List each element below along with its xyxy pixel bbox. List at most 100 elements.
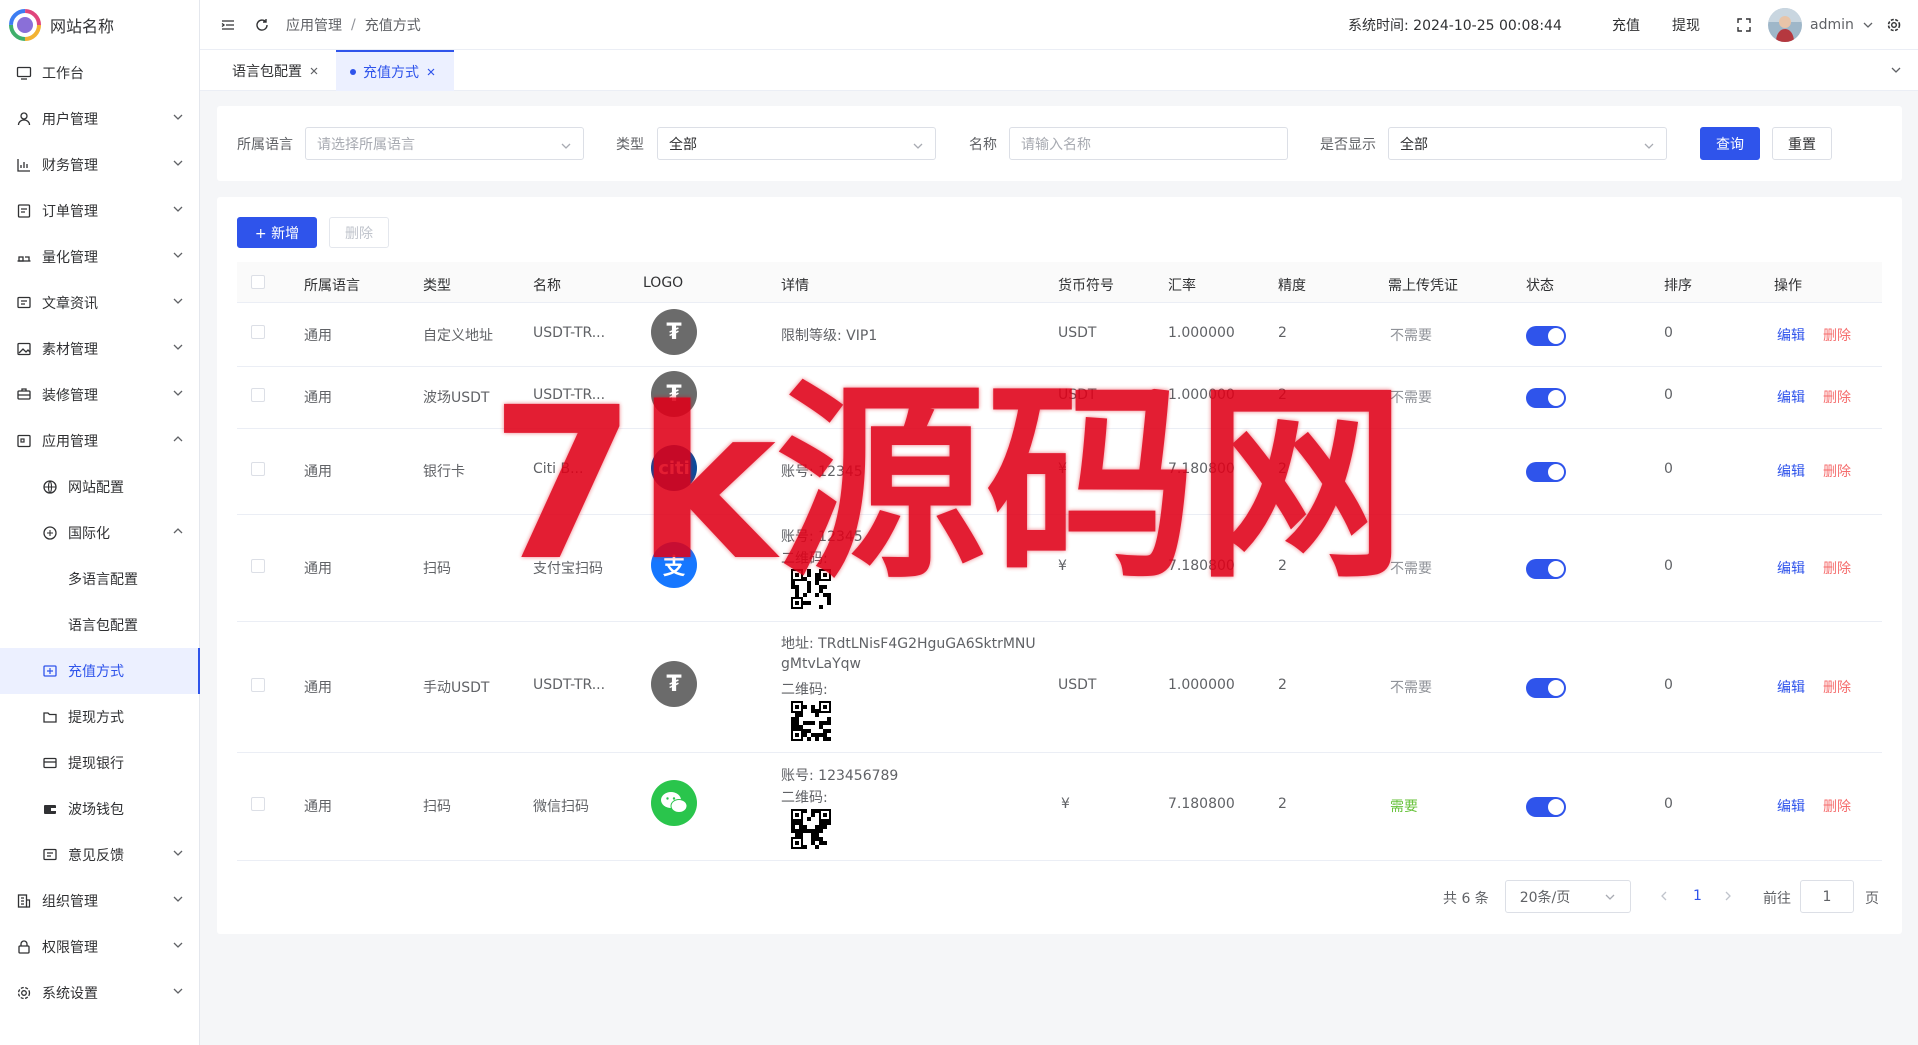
app-icon [16, 433, 32, 449]
chevron-down-icon [912, 140, 924, 152]
close-icon[interactable] [426, 67, 436, 77]
tab-recharge-method[interactable]: 充值方式 [336, 50, 454, 91]
page-size-select[interactable]: 20条/页 [1505, 880, 1631, 913]
sidebar-item-permissions[interactable]: 权限管理 [0, 924, 200, 970]
edit-button[interactable]: 编辑 [1777, 461, 1805, 481]
sidebar-item-settings[interactable]: 系统设置 [0, 970, 200, 1016]
status-switch[interactable] [1526, 559, 1566, 579]
fullscreen-button[interactable] [1736, 0, 1752, 50]
tab-language-pack[interactable]: 语言包配置 [232, 50, 319, 91]
alipay-icon: 支 [651, 542, 697, 588]
cell-voucher: 不需要 [1390, 680, 1432, 696]
sidebar-item-intl[interactable]: 国际化 [0, 510, 200, 556]
cell-precision: 2 [1278, 796, 1287, 812]
add-button[interactable]: + 新增 [237, 217, 317, 248]
refresh-button[interactable] [254, 0, 270, 50]
sidebar-item-quant[interactable]: 量化管理 [0, 234, 200, 280]
sidebar-item-multilang[interactable]: 多语言配置 [0, 556, 200, 602]
tabs-dropdown-button[interactable] [1890, 64, 1902, 80]
cell-rate: 1.000000 [1168, 677, 1235, 693]
chevron-down-icon [172, 939, 184, 951]
cell-currency: USDT [1058, 677, 1097, 693]
status-switch[interactable] [1526, 388, 1566, 408]
cell-lang: 通用 [304, 680, 332, 696]
monitor-icon [16, 65, 32, 81]
reset-button[interactable]: 重置 [1772, 127, 1832, 160]
edit-button[interactable]: 编辑 [1777, 558, 1805, 578]
sidebar-item-langpack[interactable]: 语言包配置 [0, 602, 200, 648]
delete-button[interactable]: 删除 [1823, 461, 1851, 481]
sidebar-item-decoration[interactable]: 装修管理 [0, 372, 200, 418]
col-type: 类型 [423, 278, 451, 294]
name-label: 名称 [969, 137, 997, 153]
row-checkbox[interactable] [251, 325, 265, 339]
sidebar-item-withdraw-bank[interactable]: 提现银行 [0, 740, 200, 786]
sidebar-item-users[interactable]: 用户管理 [0, 96, 200, 142]
sidebar-item-recharge[interactable]: 充值方式 [0, 648, 200, 694]
sidebar-item-withdraw-method[interactable]: 提现方式 [0, 694, 200, 740]
wechat-icon [651, 780, 697, 826]
sidebar-item-tron-wallet[interactable]: 波场钱包 [0, 786, 200, 832]
batch-delete-button[interactable]: 删除 [329, 217, 389, 248]
close-icon[interactable] [309, 66, 319, 76]
withdraw-link[interactable]: 提现 [1672, 0, 1700, 50]
decor-icon [16, 387, 32, 403]
cell-sort: 0 [1664, 558, 1673, 574]
next-page-button[interactable] [1723, 890, 1733, 902]
status-switch[interactable] [1526, 462, 1566, 482]
sidebar-item-feedback[interactable]: 意见反馈 [0, 832, 200, 878]
sidebar-item-finance[interactable]: 财务管理 [0, 142, 200, 188]
edit-button[interactable]: 编辑 [1777, 387, 1805, 407]
avatar [1768, 8, 1802, 42]
recharge-link[interactable]: 充值 [1612, 0, 1640, 50]
row-checkbox[interactable] [251, 388, 265, 402]
delete-button[interactable]: 删除 [1823, 387, 1851, 407]
delete-button[interactable]: 删除 [1823, 325, 1851, 345]
delete-button[interactable]: 删除 [1823, 796, 1851, 816]
sidebar-item-orders[interactable]: 订单管理 [0, 188, 200, 234]
row-checkbox[interactable] [251, 462, 265, 476]
lang-select[interactable]: 请选择所属语言 [305, 127, 584, 160]
sidebar-item-org[interactable]: 组织管理 [0, 878, 200, 924]
cell-sort: 0 [1664, 796, 1673, 812]
breadcrumb-item[interactable]: 应用管理 [286, 15, 342, 35]
name-input[interactable]: 请输入名称 [1009, 127, 1288, 160]
cell-sort: 0 [1664, 461, 1673, 477]
settings-button[interactable] [1886, 0, 1902, 50]
tether-icon: ₮ [651, 309, 697, 355]
sidebar-item-workbench[interactable]: 工作台 [0, 50, 200, 96]
prev-page-button[interactable] [1659, 890, 1669, 902]
select-all-checkbox[interactable] [251, 275, 265, 289]
goto-page-input[interactable]: 1 [1800, 880, 1854, 913]
query-button[interactable]: 查询 [1700, 127, 1760, 160]
row-checkbox[interactable] [251, 797, 265, 811]
user-menu[interactable]: admin [1768, 0, 1874, 50]
row-checkbox[interactable] [251, 678, 265, 692]
folder-icon [42, 709, 58, 725]
sidebar-item-materials[interactable]: 素材管理 [0, 326, 200, 372]
status-switch[interactable] [1526, 678, 1566, 698]
edit-button[interactable]: 编辑 [1777, 325, 1805, 345]
brand[interactable]: 网站名称 [0, 0, 199, 50]
collapse-menu-button[interactable] [220, 0, 236, 50]
sidebar-item-articles[interactable]: 文章资讯 [0, 280, 200, 326]
cell-precision: 2 [1278, 325, 1287, 341]
sidebar-item-apps[interactable]: 应用管理 [0, 418, 200, 464]
card-icon [42, 755, 58, 771]
sidebar-item-label: 充值方式 [68, 664, 124, 680]
delete-button[interactable]: 删除 [1823, 677, 1851, 697]
col-lang: 所属语言 [304, 278, 360, 294]
row-checkbox[interactable] [251, 559, 265, 573]
gear-icon [1886, 17, 1902, 33]
delete-button[interactable]: 删除 [1823, 558, 1851, 578]
status-switch[interactable] [1526, 326, 1566, 346]
page-number-current[interactable]: 1 [1693, 888, 1702, 904]
status-switch[interactable] [1526, 797, 1566, 817]
globe-icon [42, 479, 58, 495]
type-select[interactable]: 全部 [657, 127, 936, 160]
sidebar-item-site-config[interactable]: 网站配置 [0, 464, 200, 510]
show-select[interactable]: 全部 [1388, 127, 1667, 160]
edit-button[interactable]: 编辑 [1777, 677, 1805, 697]
sidebar-item-label: 应用管理 [42, 434, 98, 450]
edit-button[interactable]: 编辑 [1777, 796, 1805, 816]
